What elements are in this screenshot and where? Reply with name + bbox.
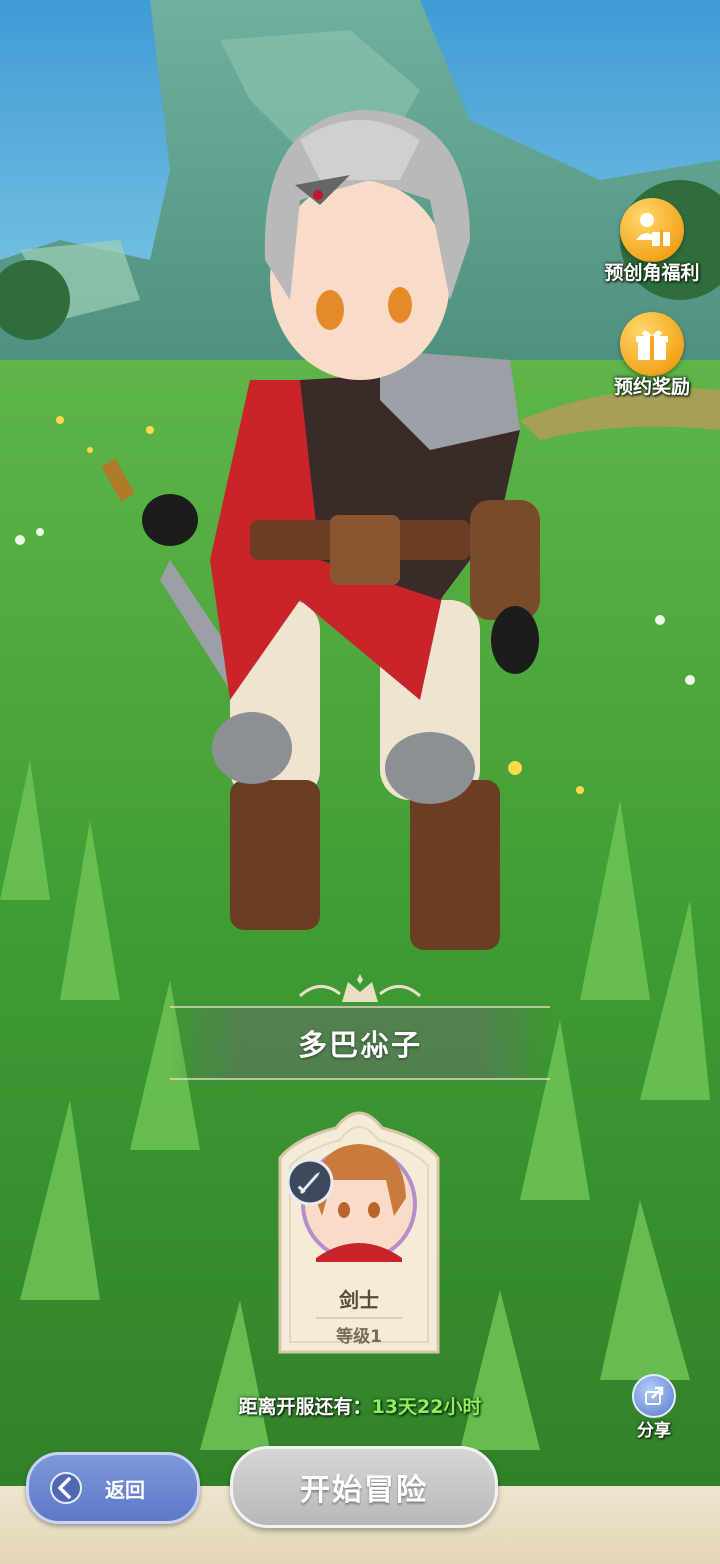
sword-icon: [286, 1158, 334, 1206]
back-label: 返回: [105, 1477, 145, 1502]
character-name: 多巴尛子: [297, 1028, 422, 1062]
back-button[interactable]: 返回: [26, 1452, 200, 1524]
back-arrow-icon: [50, 1472, 82, 1504]
class-card[interactable]: [276, 1098, 442, 1356]
start-adventure-button[interactable]: 开始冒险: [230, 1446, 498, 1528]
countdown-value: 13天22小时: [371, 1396, 482, 1418]
class-level: 等级1: [336, 1327, 382, 1347]
pre-create-reward-button[interactable]: 预创角福利: [592, 198, 712, 285]
person-gift-icon: [620, 198, 684, 262]
reservation-reward-button[interactable]: 预约奖励: [592, 312, 712, 399]
start-adventure-label: 开始冒险: [300, 1473, 428, 1508]
banner-ornament-icon: [298, 974, 422, 1002]
pre-create-reward-label: 预创角福利: [604, 262, 700, 284]
gift-box-icon: [620, 312, 684, 376]
share-arrow-icon: [632, 1374, 676, 1418]
server-open-countdown: 距离开服还有：13天22小时: [0, 1392, 720, 1419]
share-label: 分享: [637, 1421, 671, 1441]
class-name: 剑士: [339, 1288, 379, 1312]
countdown-label: 距离开服还有：: [238, 1396, 372, 1418]
reservation-reward-label: 预约奖励: [613, 376, 690, 398]
character-name-banner: 多巴尛子: [170, 1006, 550, 1080]
share-button[interactable]: 分享: [624, 1374, 684, 1441]
